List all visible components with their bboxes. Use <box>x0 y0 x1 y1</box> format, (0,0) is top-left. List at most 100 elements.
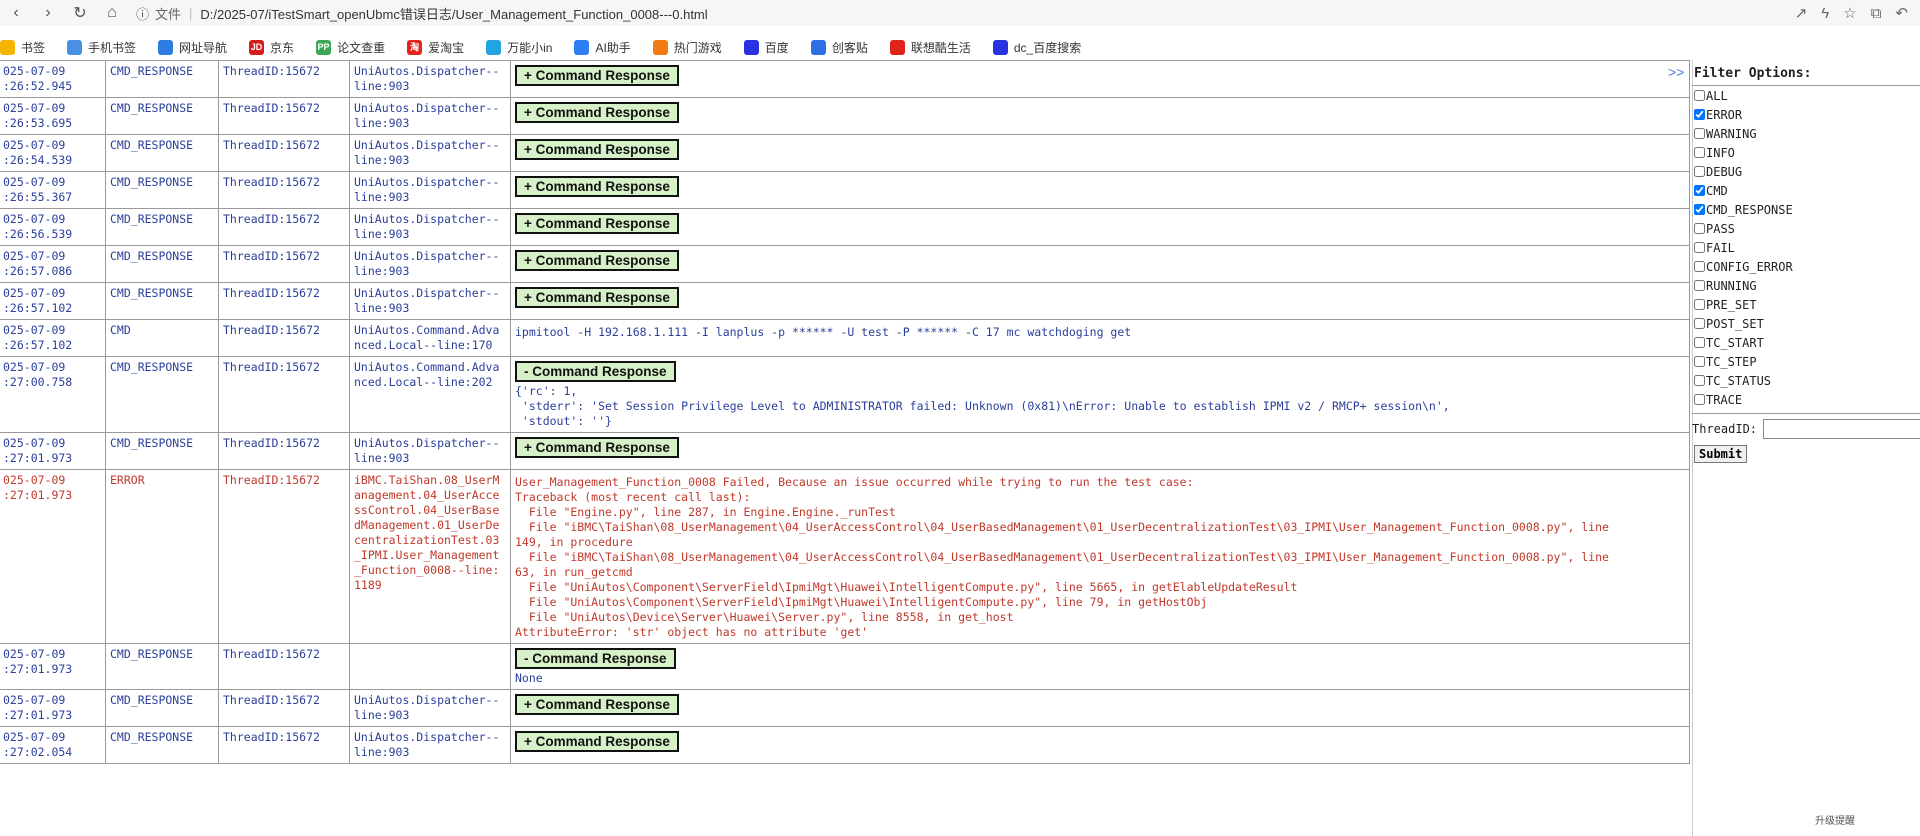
expand-response-button[interactable]: + Command Response <box>515 139 679 160</box>
extensions-icon[interactable]: ⧉ <box>1871 5 1882 22</box>
filter-option[interactable]: CMD <box>1692 181 1920 200</box>
filter-checkbox[interactable] <box>1694 242 1705 253</box>
log-thread: ThreadID:15672 <box>218 643 350 690</box>
filter-checkbox[interactable] <box>1694 147 1705 158</box>
forward-icon[interactable]: › <box>32 4 64 22</box>
baidu-icon <box>992 39 1008 55</box>
expand-response-button[interactable]: + Command Response <box>515 287 679 308</box>
share-icon[interactable]: ↗ <box>1795 4 1808 22</box>
log-row: 025-07-09 :26:52.945 CMD_RESPONSE ThreadID… <box>0 60 1690 98</box>
filter-checkbox[interactable] <box>1694 375 1705 386</box>
bookmark-item[interactable]: AI助手 <box>574 39 631 56</box>
bookmark-item[interactable]: 创客贴 <box>810 39 868 56</box>
expand-response-button[interactable]: + Command Response <box>515 694 679 715</box>
address-text[interactable]: D:/2025-07/iTestSmart_openUbmc错误日志/User_… <box>200 4 707 23</box>
expand-response-button[interactable]: + Command Response <box>515 731 679 752</box>
bookmark-item[interactable]: 网址导航 <box>158 39 227 56</box>
filter-checkbox[interactable] <box>1694 204 1705 215</box>
collapse-response-button[interactable]: - Command Response <box>515 361 676 382</box>
bookmark-item[interactable]: 热门游戏 <box>652 39 722 56</box>
filter-option[interactable]: PASS <box>1692 219 1920 238</box>
expand-response-button[interactable]: + Command Response <box>515 65 679 86</box>
address-bar[interactable]: ⓘ 文件 | D:/2025-07/iTestSmart_openUbmc错误日… <box>136 4 708 23</box>
bookmark-item[interactable]: PP 论文查重 <box>316 39 385 56</box>
filter-option[interactable]: WARNING <box>1692 124 1920 143</box>
log-thread: ThreadID:15672 <box>218 97 350 135</box>
bookmark-item[interactable]: 淘爱淘宝 <box>407 39 464 56</box>
filter-checkbox[interactable] <box>1694 90 1705 101</box>
filter-checkbox[interactable] <box>1694 318 1705 329</box>
log-thread: ThreadID:15672 <box>218 282 350 320</box>
reload-icon[interactable]: ↻ <box>64 3 96 23</box>
filter-checkbox[interactable] <box>1694 166 1705 177</box>
filter-option[interactable]: TRACE <box>1692 390 1920 409</box>
filter-option[interactable]: CMD_RESPONSE <box>1692 200 1920 219</box>
undo-icon[interactable]: ↶ <box>1895 4 1908 22</box>
expand-response-button[interactable]: + Command Response <box>515 213 679 234</box>
log-row: 025-07-09 :27:01.973 CMD_RESPONSE ThreadID… <box>0 432 1690 470</box>
filter-option[interactable]: ALL <box>1692 86 1920 105</box>
bookmark-item[interactable]: dc_百度搜索 <box>992 39 1081 56</box>
filter-checkbox[interactable] <box>1694 356 1705 367</box>
log-time: 025-07-09 :27:01.973 <box>0 689 106 727</box>
bookmark-item[interactable]: 万能小in <box>486 39 552 56</box>
bookmark-item[interactable]: 联想酷生活 <box>889 39 971 56</box>
log-message: - Command Response None <box>510 643 1690 690</box>
filter-option[interactable]: TC_STEP <box>1692 352 1920 371</box>
flash-icon[interactable]: ϟ <box>1821 5 1829 22</box>
filter-option[interactable]: ERROR <box>1692 105 1920 124</box>
upgrade-notice[interactable]: 升级提醒 <box>1815 812 1855 827</box>
log-level: CMD_RESPONSE <box>105 432 219 470</box>
bookmark-item[interactable]: 手机书签 <box>67 39 136 56</box>
filter-option[interactable]: FAIL <box>1692 238 1920 257</box>
log-source: UniAutos.Dispatcher--line:903 <box>349 208 511 246</box>
bookmark-item[interactable]: JD 京东 <box>249 39 294 56</box>
expand-response-button[interactable]: + Command Response <box>515 176 679 197</box>
filter-option[interactable]: TC_STATUS <box>1692 371 1920 390</box>
log-message: + Command Response <box>510 97 1690 135</box>
bookmark-label: 爱淘宝 <box>428 40 465 55</box>
bookmark-label: 书签 <box>21 40 46 55</box>
filter-checkbox[interactable] <box>1694 185 1705 196</box>
filter-option[interactable]: POST_SET <box>1692 314 1920 333</box>
filter-option-label: POST_SET <box>1706 316 1764 331</box>
collapse-panel-icon[interactable]: >> <box>1668 64 1684 80</box>
log-message: - Command Response {'rc': 1, 'stderr': 'S… <box>510 356 1690 433</box>
ai-icon <box>574 39 590 55</box>
collapse-response-button[interactable]: - Command Response <box>515 648 676 669</box>
filter-option[interactable]: PRE_SET <box>1692 295 1920 314</box>
expand-response-button[interactable]: + Command Response <box>515 250 679 271</box>
filter-checkbox[interactable] <box>1694 394 1705 405</box>
filter-checkbox[interactable] <box>1694 337 1705 348</box>
filter-checkbox[interactable] <box>1694 128 1705 139</box>
thread-input[interactable] <box>1763 419 1920 439</box>
filter-checkbox[interactable] <box>1694 280 1705 291</box>
expand-response-button[interactable]: + Command Response <box>515 437 679 458</box>
bookmark-label: 论文查重 <box>337 40 386 55</box>
log-level: CMD_RESPONSE <box>105 726 219 764</box>
filter-option-label: TC_STEP <box>1706 354 1757 369</box>
submit-button[interactable]: Submit <box>1694 445 1748 463</box>
expand-response-button[interactable]: + Command Response <box>515 102 679 123</box>
log-time: 025-07-09 :26:57.102 <box>0 319 106 357</box>
filter-checkbox[interactable] <box>1694 261 1705 272</box>
filter-checkbox[interactable] <box>1694 109 1705 120</box>
bookmark-item[interactable]: 书签 <box>0 39 45 56</box>
star-icon[interactable]: ☆ <box>1843 4 1856 22</box>
bookmark-label: 万能小in <box>507 40 553 55</box>
back-icon[interactable]: ‹ <box>0 4 32 22</box>
filter-option-label: CMD <box>1706 183 1728 198</box>
log-level: CMD_RESPONSE <box>105 689 219 727</box>
filter-option-label: RUNNING <box>1706 278 1757 293</box>
bookmark-item[interactable]: 百度 <box>743 39 789 56</box>
filter-checkbox[interactable] <box>1694 299 1705 310</box>
filter-option[interactable]: INFO <box>1692 143 1920 162</box>
log-time: 025-07-09 :27:01.973 <box>0 432 106 470</box>
filter-checkbox[interactable] <box>1694 223 1705 234</box>
log-time: 025-07-09 :27:00.758 <box>0 356 106 433</box>
filter-option[interactable]: RUNNING <box>1692 276 1920 295</box>
home-icon[interactable]: ⌂ <box>96 4 128 22</box>
filter-option[interactable]: CONFIG_ERROR <box>1692 257 1920 276</box>
filter-option[interactable]: TC_START <box>1692 333 1920 352</box>
filter-option[interactable]: DEBUG <box>1692 162 1920 181</box>
